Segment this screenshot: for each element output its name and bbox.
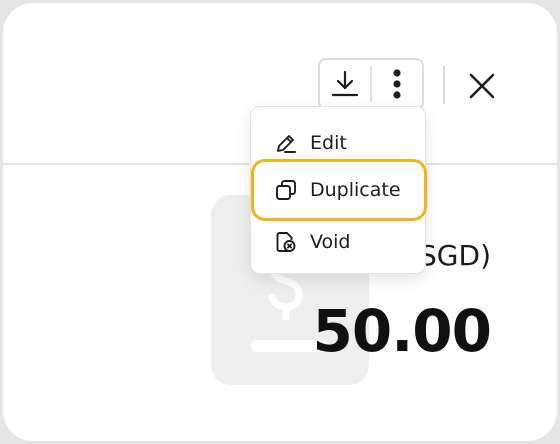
menu-item-label: Edit	[310, 132, 347, 154]
more-options-button[interactable]	[372, 60, 422, 108]
duplicate-icon	[274, 178, 298, 202]
currency-label: SGD)	[419, 239, 491, 272]
menu-item-edit[interactable]: Edit	[251, 123, 425, 163]
close-button[interactable]	[461, 65, 503, 107]
void-icon	[274, 230, 298, 254]
download-button[interactable]	[320, 60, 370, 108]
download-icon	[331, 70, 359, 97]
menu-item-label: Duplicate	[310, 179, 401, 201]
close-icon	[469, 73, 495, 99]
toolbar-divider	[443, 66, 445, 104]
more-vertical-icon	[393, 69, 401, 99]
modal-panel: SGD) 50.00 Edit Duplicate Void	[3, 3, 557, 441]
menu-item-label: Void	[310, 231, 351, 253]
menu-item-void[interactable]: Void	[251, 222, 425, 262]
action-button-group	[318, 58, 424, 110]
more-options-menu: Edit Duplicate Void	[250, 106, 427, 274]
amount-value: 50.00	[312, 297, 492, 365]
menu-item-duplicate[interactable]: Duplicate	[251, 159, 427, 221]
pencil-icon	[274, 131, 298, 155]
